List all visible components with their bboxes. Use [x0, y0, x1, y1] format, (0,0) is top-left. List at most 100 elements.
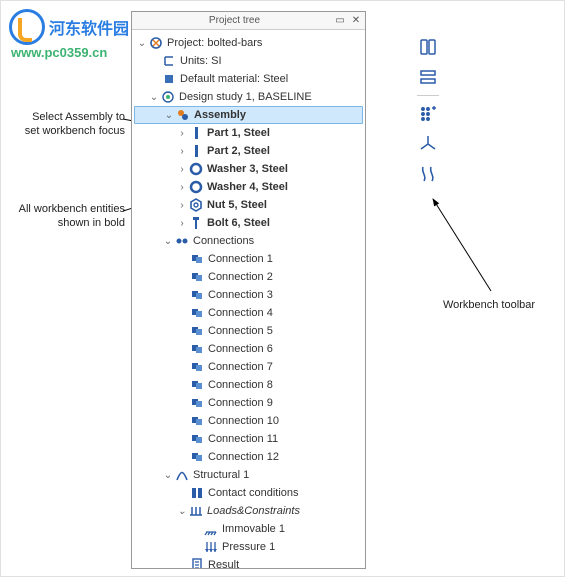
- tree-label: Connection 2: [208, 271, 273, 283]
- tree-label: Connection 6: [208, 343, 273, 355]
- tree-label: Contact conditions: [208, 487, 299, 499]
- tree-design-study[interactable]: ⌄ Design study 1, BASELINE: [134, 88, 363, 106]
- chevron-down-icon[interactable]: ⌄: [163, 109, 175, 121]
- tree-label: Part 2, Steel: [207, 145, 270, 157]
- tree-label: Nut 5, Steel: [207, 199, 267, 211]
- structural-icon: [175, 468, 189, 482]
- nut-icon: [189, 198, 203, 212]
- tree-label: Structural 1: [193, 469, 249, 481]
- tree-connection[interactable]: Connection 2: [134, 268, 363, 286]
- tree-label: Washer 3, Steel: [207, 163, 288, 175]
- tree-connection[interactable]: Connection 8: [134, 376, 363, 394]
- tree-connection[interactable]: Connection 10: [134, 412, 363, 430]
- connection-icon: [190, 360, 204, 374]
- connection-icon: [190, 396, 204, 410]
- tree-part[interactable]: › Nut 5, Steel: [134, 196, 363, 214]
- chevron-right-icon[interactable]: ›: [176, 217, 188, 229]
- tree-connection[interactable]: Connection 11: [134, 430, 363, 448]
- study-icon: [161, 90, 175, 104]
- tree-part[interactable]: › Washer 4, Steel: [134, 178, 363, 196]
- tree-label: Assembly: [194, 109, 246, 121]
- project-icon: [149, 36, 163, 50]
- connection-icon: [190, 270, 204, 284]
- tree-label: Connection 8: [208, 379, 273, 391]
- tree-connection[interactable]: Connection 6: [134, 340, 363, 358]
- tree-connection[interactable]: Connection 5: [134, 322, 363, 340]
- tree-part[interactable]: › Bolt 6, Steel: [134, 214, 363, 232]
- tree-label: Connection 10: [208, 415, 279, 427]
- connection-icon: [190, 324, 204, 338]
- connection-icon: [190, 414, 204, 428]
- tree-connection[interactable]: Connection 7: [134, 358, 363, 376]
- panel-close-icon[interactable]: ✕: [350, 15, 362, 27]
- tree-structural[interactable]: ⌄ Structural 1: [134, 466, 363, 484]
- panel-titlebar: Project tree ▭ ✕: [132, 12, 365, 30]
- tree-label: Part 1, Steel: [207, 127, 270, 139]
- tree-label: Project: bolted-bars: [167, 37, 262, 49]
- panel-undock-icon[interactable]: ▭: [334, 15, 346, 27]
- part-bar-icon: [189, 126, 203, 140]
- tree-connection[interactable]: Connection 9: [134, 394, 363, 412]
- chevron-down-icon[interactable]: ⌄: [162, 469, 174, 481]
- chevron-right-icon[interactable]: ›: [176, 127, 188, 139]
- project-tree[interactable]: ⌄ Project: bolted-bars Units: SI Default…: [132, 30, 365, 568]
- connections-icon: [175, 234, 189, 248]
- assembly-icon: [176, 108, 190, 122]
- immovable-icon: [204, 522, 218, 536]
- tree-part[interactable]: › Washer 3, Steel: [134, 160, 363, 178]
- toolbar-axes-icon[interactable]: [416, 132, 440, 156]
- contact-icon: [190, 486, 204, 500]
- tree-connection[interactable]: Connection 1: [134, 250, 363, 268]
- tree-connections[interactable]: ⌄ Connections: [134, 232, 363, 250]
- tree-part[interactable]: › Part 2, Steel: [134, 142, 363, 160]
- tree-loads-constraints[interactable]: ⌄ Loads&Constraints: [134, 502, 363, 520]
- connection-icon: [190, 342, 204, 356]
- chevron-down-icon[interactable]: ⌄: [136, 37, 148, 49]
- loads-icon: [189, 504, 203, 518]
- annotation-toolbar: Workbench toolbar: [434, 299, 544, 313]
- tree-part[interactable]: › Part 1, Steel: [134, 124, 363, 142]
- project-tree-panel: Project tree ▭ ✕ ⌄ Project: bolted-bars …: [131, 11, 366, 569]
- tree-label: Connection 11: [208, 433, 278, 445]
- tree-default-material[interactable]: Default material: Steel: [134, 70, 363, 88]
- tree-connection[interactable]: Connection 3: [134, 286, 363, 304]
- units-icon: [162, 54, 176, 68]
- tree-label: Connection 4: [208, 307, 273, 319]
- tree-label: Connection 9: [208, 397, 273, 409]
- tree-contact-conditions[interactable]: Contact conditions: [134, 484, 363, 502]
- toolbar-assembly-icon[interactable]: [416, 35, 440, 59]
- tree-units[interactable]: Units: SI: [134, 52, 363, 70]
- toolbar-stack-icon[interactable]: [416, 65, 440, 89]
- tree-label: Loads&Constraints: [207, 505, 300, 517]
- chevron-right-icon[interactable]: ›: [176, 181, 188, 193]
- tree-assembly[interactable]: ⌄ Assembly: [134, 106, 363, 124]
- tree-label: Connection 12: [208, 451, 279, 463]
- tree-immovable[interactable]: Immovable 1: [134, 520, 363, 538]
- watermark-brand: 河东软件园: [49, 15, 129, 39]
- tree-connection[interactable]: Connection 4: [134, 304, 363, 322]
- tree-label: Default material: Steel: [180, 73, 288, 85]
- chevron-right-icon[interactable]: ›: [176, 199, 188, 211]
- connection-icon: [190, 432, 204, 446]
- toolbar-grid-add-icon[interactable]: [416, 102, 440, 126]
- tree-label: Connection 1: [208, 253, 273, 265]
- chevron-right-icon[interactable]: ›: [176, 163, 188, 175]
- tree-label: Bolt 6, Steel: [207, 217, 270, 229]
- result-icon: [190, 558, 204, 568]
- tree-label: Connection 5: [208, 325, 273, 337]
- toolbar-deform-icon[interactable]: [416, 162, 440, 186]
- chevron-right-icon[interactable]: ›: [176, 145, 188, 157]
- chevron-down-icon[interactable]: ⌄: [148, 91, 160, 103]
- tree-label: Units: SI: [180, 55, 222, 67]
- chevron-down-icon[interactable]: ⌄: [162, 235, 174, 247]
- tree-connection[interactable]: Connection 12: [134, 448, 363, 466]
- connection-icon: [190, 306, 204, 320]
- connection-icon: [190, 378, 204, 392]
- chevron-down-icon[interactable]: ⌄: [176, 505, 188, 517]
- toolbar-separator: [417, 95, 439, 96]
- material-icon: [162, 72, 176, 86]
- tree-project[interactable]: ⌄ Project: bolted-bars: [134, 34, 363, 52]
- annotation-select-assembly: Select Assembly toset workbench focus: [3, 111, 125, 139]
- tree-pressure[interactable]: Pressure 1: [134, 538, 363, 556]
- tree-result[interactable]: Result: [134, 556, 363, 568]
